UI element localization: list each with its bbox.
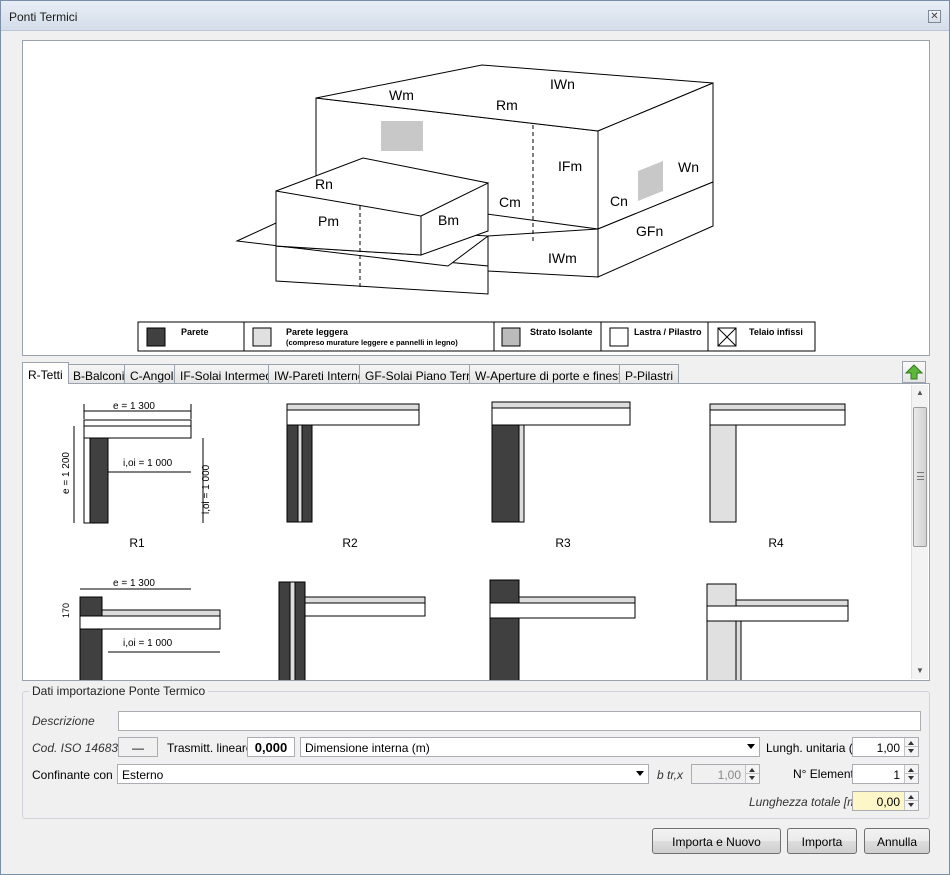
tab-r-tetti[interactable]: R-Tetti — [22, 362, 69, 384]
tab-iw-pareti-interne[interactable]: IW-Pareti Interne — [268, 364, 371, 384]
chevron-down-icon — [747, 744, 755, 749]
btrx-label: b tr,x — [657, 768, 684, 782]
parete-leggera-swatch — [252, 327, 272, 347]
lungh-totale-value: 0,00 — [876, 795, 900, 809]
parete-swatch — [146, 327, 166, 347]
diagram-label: Bm — [438, 212, 459, 228]
diagram-label: Cn — [610, 193, 628, 209]
confinante-select[interactable]: Esterno — [117, 764, 649, 784]
strato-isolante-swatch — [501, 327, 521, 347]
dialog-window: Ponti Termici ✕ Wm Rm IWn IFm Wn Rn Cm C… — [0, 0, 950, 875]
dim-e-vertical: e = 1 200 — [61, 452, 72, 494]
trasmitt-label: Trasmitt. lineare — [167, 741, 253, 755]
up-button[interactable] — [902, 361, 926, 383]
confinante-value: Esterno — [122, 768, 164, 782]
trasmitt-value: 0,000 — [247, 737, 295, 757]
annulla-button[interactable]: Annulla — [864, 828, 930, 854]
dimensione-value: Dimensione interna (m) — [305, 741, 430, 755]
tab-b-balconi[interactable]: B-Balconi — [67, 364, 131, 384]
up-arrow-icon — [904, 364, 924, 380]
bridge-thumb-r3[interactable] — [491, 401, 631, 523]
lastra-swatch — [609, 327, 629, 347]
lungh-totale-label: Lunghezza totale [m] — [749, 795, 861, 809]
descrizione-label: Descrizione — [32, 714, 95, 728]
tab-w-aperture[interactable]: W-Aperture di porte e finestre — [469, 364, 639, 384]
bridge-thumb-r7[interactable] — [489, 579, 636, 680]
lungh-unitaria-spinner[interactable] — [904, 738, 918, 756]
importa-button[interactable]: Importa — [787, 828, 857, 854]
diagram-label: IFm — [558, 158, 582, 174]
diagram-label: Wm — [389, 87, 414, 103]
bridge-thumb-r4[interactable] — [709, 403, 846, 523]
bridge-thumb-r5[interactable]: e = 1 300 170 i,oi = 1 000 — [61, 578, 221, 680]
lungh-totale-spinner — [904, 792, 918, 810]
legend-parete-leggera-note: (compreso murature leggere e pannelli in… — [286, 338, 458, 347]
n-elementi-label: N° Elementi — [793, 767, 857, 781]
dim-ioi-vertical: i,oi = 1 000 — [201, 464, 212, 514]
btrx-value: 1,00 — [717, 768, 741, 782]
bridge-thumb-r1[interactable]: e = 1 300 e = 1 200 i,oi = 1 000 i,oi = … — [61, 401, 212, 524]
dimensione-select[interactable]: Dimensione interna (m) — [300, 737, 760, 757]
dim-ioi-horizontal-2: i,oi = 1 000 — [123, 638, 173, 649]
btrx-input: 1,00 — [691, 764, 760, 784]
descrizione-input[interactable] — [118, 711, 921, 731]
legend-parete-leggera: Parete leggera — [286, 327, 349, 337]
diagram-label: Cm — [499, 194, 521, 210]
dim-e-horizontal-2: e = 1 300 — [113, 578, 155, 589]
lungh-unitaria-value: 1,00 — [876, 741, 900, 755]
cod-iso-value: — — [118, 737, 158, 757]
insulation-patch — [381, 121, 423, 151]
diagram-label: GFn — [636, 223, 663, 239]
chevron-down-icon — [636, 771, 644, 776]
diagram-label: Wn — [678, 159, 699, 175]
confinante-label: Confinante con — [32, 768, 113, 782]
gallery-svg: e = 1 300 e = 1 200 i,oi = 1 000 i,oi = … — [61, 401, 849, 680]
building-diagram-svg: Wm Rm IWn IFm Wn Rn Cm Cn Pm Bm GFn IWm — [137, 64, 816, 352]
thermal-bridge-diagram: Wm Rm IWn IFm Wn Rn Cm Cn Pm Bm GFn IWm — [22, 40, 930, 356]
legend: Parete Parete leggera (compreso murature… — [137, 321, 816, 352]
close-icon: ✕ — [930, 11, 939, 22]
title-bar[interactable]: Ponti Termici ✕ — [1, 1, 949, 31]
dim-170: 170 — [61, 603, 71, 618]
scroll-up-icon[interactable]: ▲ — [912, 385, 928, 401]
importa-e-nuovo-button[interactable]: Importa e Nuovo — [652, 828, 781, 854]
scroll-thumb[interactable] — [913, 407, 927, 547]
lungh-totale-input: 0,00 — [852, 791, 919, 811]
caption-r4: R4 — [768, 536, 784, 550]
diagram-label: Rn — [315, 176, 333, 192]
caption-r1: R1 — [129, 536, 145, 550]
diagram-label: IWn — [550, 76, 575, 92]
legend-parete: Parete — [181, 327, 209, 337]
bridge-thumb-r8[interactable] — [706, 583, 849, 680]
n-elementi-value: 1 — [893, 768, 900, 782]
gallery-scrollbar[interactable]: ▲ ▼ — [911, 385, 928, 679]
scroll-down-icon[interactable]: ▼ — [912, 663, 928, 679]
diagram-label: Rm — [496, 97, 518, 113]
lungh-unitaria-input[interactable]: 1,00 — [852, 737, 919, 757]
bridge-thumb-r2[interactable] — [286, 403, 420, 523]
caption-r3: R3 — [555, 536, 571, 550]
diagram-label: IWm — [548, 250, 577, 266]
group-title: Dati importazione Ponte Termico — [29, 684, 209, 698]
legend-lastra: Lastra / Pilastro — [634, 327, 702, 337]
n-elementi-spinner[interactable] — [904, 765, 918, 783]
close-button[interactable]: ✕ — [928, 10, 941, 23]
legend-strato-isolante: Strato Isolante — [530, 327, 593, 337]
dim-ioi-horizontal: i,oi = 1 000 — [123, 458, 173, 469]
tab-p-pilastri[interactable]: P-Pilastri — [619, 364, 680, 384]
bridge-thumb-r6[interactable] — [278, 581, 426, 680]
window-title: Ponti Termici — [9, 10, 78, 24]
btrx-spinner — [745, 765, 759, 783]
caption-r2: R2 — [342, 536, 358, 550]
legend-telaio: Telaio infissi — [749, 327, 803, 337]
dim-e-horizontal: e = 1 300 — [113, 401, 155, 412]
n-elementi-input[interactable]: 1 — [852, 764, 919, 784]
tab-if-solai-intermedi[interactable]: IF-Solai Intermedi — [174, 364, 281, 384]
diagram-label: Pm — [318, 213, 339, 229]
tab-gf-solai-piano-terra[interactable]: GF-Solai Piano Terra — [359, 364, 483, 384]
bridge-gallery: e = 1 300 e = 1 200 i,oi = 1 000 i,oi = … — [22, 383, 930, 681]
cod-iso-label: Cod. ISO 14683 — [32, 741, 119, 755]
